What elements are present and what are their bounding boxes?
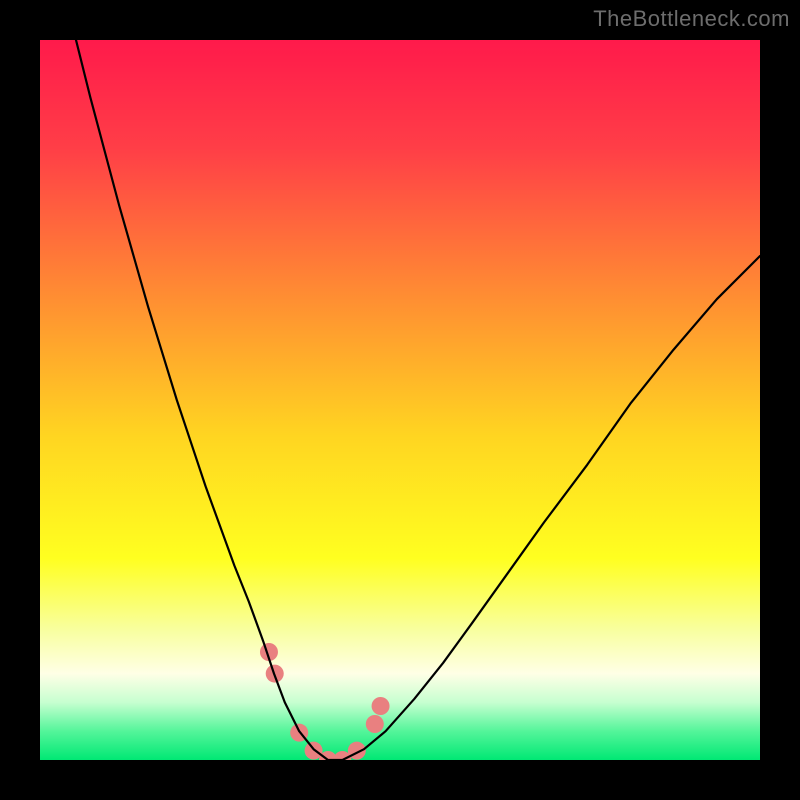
highlight-dot bbox=[366, 715, 384, 733]
watermark-text: TheBottleneck.com bbox=[593, 6, 790, 32]
plot-area bbox=[40, 40, 760, 760]
highlight-dot bbox=[372, 697, 390, 715]
bottleneck-curve-path bbox=[76, 40, 760, 760]
highlight-dots-group bbox=[260, 643, 390, 760]
outer-frame bbox=[0, 0, 800, 800]
chart-svg bbox=[40, 40, 760, 760]
